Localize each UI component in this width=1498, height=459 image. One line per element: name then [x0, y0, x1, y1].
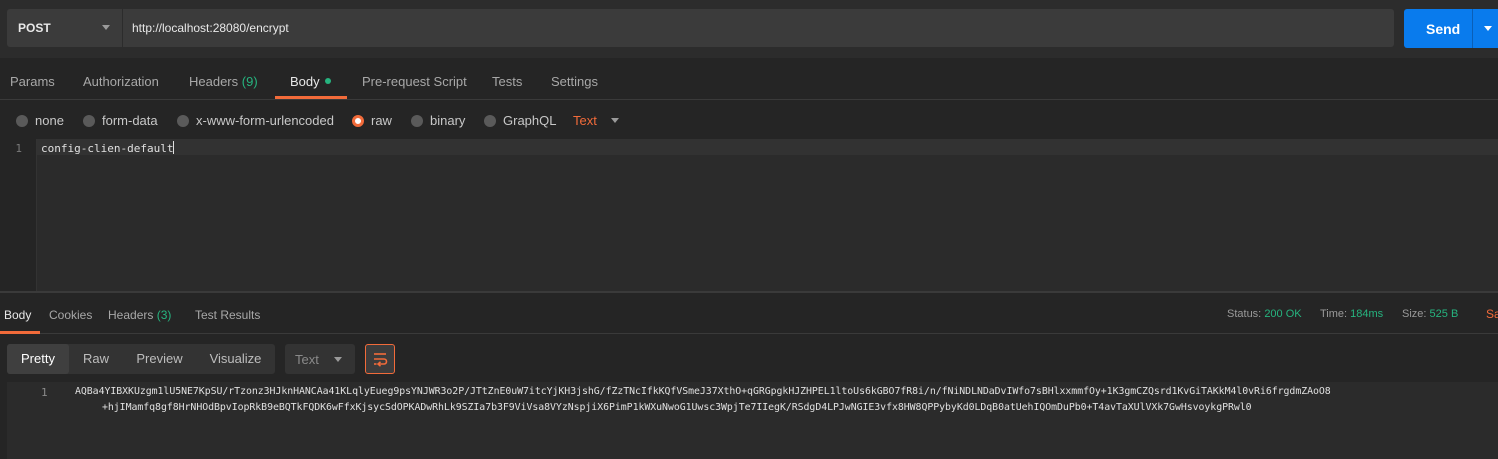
- body-type-form-data-label: form-data: [102, 113, 158, 128]
- editor-content[interactable]: config-clien-default: [41, 141, 175, 155]
- chevron-down-icon: [102, 25, 110, 30]
- body-type-binary[interactable]: binary: [411, 113, 465, 128]
- view-raw-button[interactable]: Raw: [69, 344, 123, 374]
- tab-headers-count: (9): [241, 74, 258, 89]
- save-response-button[interactable]: Sa: [1486, 307, 1498, 321]
- url-text: http://localhost:28080/encrypt: [132, 21, 289, 35]
- active-tab-indicator: [275, 96, 347, 99]
- body-modified-dot-icon: [324, 78, 331, 84]
- response-time: Time: 184ms: [1320, 308, 1383, 320]
- size-value: 525 B: [1429, 308, 1459, 320]
- response-tab-headers-count: (3): [156, 308, 172, 322]
- send-label: Send: [1426, 20, 1461, 37]
- response-tab-headers-label: Headers: [108, 308, 154, 322]
- radio-icon: [411, 114, 423, 127]
- body-type-graphql-label: GraphQL: [503, 113, 557, 128]
- radio-icon: [177, 114, 189, 127]
- send-divider: [1472, 9, 1473, 48]
- request-url-bar: POST http://localhost:28080/encrypt Send: [0, 0, 1498, 58]
- method-label: POST: [18, 21, 51, 35]
- body-type-urlencoded[interactable]: x-www-form-urlencoded: [177, 113, 334, 128]
- tab-body-label: Body: [290, 74, 320, 89]
- status-label: Status:: [1227, 308, 1262, 320]
- active-response-tab-indicator: [0, 331, 40, 334]
- tab-body[interactable]: Body: [290, 74, 331, 89]
- response-status: Status: 200 OK: [1227, 308, 1302, 320]
- chevron-down-icon[interactable]: [611, 118, 619, 123]
- body-type-form-data[interactable]: form-data: [83, 113, 158, 128]
- body-type-raw[interactable]: raw: [352, 113, 392, 128]
- tab-authorization[interactable]: Authorization: [83, 74, 159, 89]
- url-input[interactable]: http://localhost:28080/encrypt: [122, 9, 1394, 47]
- wrap-lines-icon: [374, 353, 388, 367]
- body-type-graphql[interactable]: GraphQL: [484, 113, 556, 128]
- send-button[interactable]: Send: [1404, 9, 1498, 48]
- raw-format-select[interactable]: Text: [573, 113, 597, 128]
- send-options-chevron-icon[interactable]: [1484, 26, 1492, 31]
- method-select[interactable]: POST: [7, 9, 122, 47]
- response-line-number: 1: [41, 386, 48, 399]
- tab-headers-label: Headers: [189, 74, 239, 89]
- response-toolbar: Pretty Raw Preview Visualize Text: [0, 335, 1498, 382]
- response-tab-body[interactable]: Body: [4, 308, 31, 322]
- response-format-label: Text: [295, 352, 319, 367]
- tab-params[interactable]: Params: [10, 74, 55, 89]
- wrap-lines-button[interactable]: [365, 344, 395, 374]
- response-text-line-1: AQBa4YIBXKUzgm1lU5NE7KpSU/rTzonz3HJknHAN…: [75, 386, 1331, 397]
- tab-settings[interactable]: Settings: [551, 74, 598, 89]
- response-format-select[interactable]: Text: [285, 344, 355, 374]
- body-type-urlencoded-label: x-www-form-urlencoded: [196, 113, 334, 128]
- radio-icon: [83, 114, 95, 127]
- response-body-viewer[interactable]: 1 AQBa4YIBXKUzgm1lU5NE7KpSU/rTzonz3HJknH…: [7, 382, 1498, 459]
- pane-resize-divider[interactable]: [0, 291, 1498, 293]
- response-size: Size: 525 B: [1402, 308, 1458, 320]
- body-type-none[interactable]: none: [16, 113, 64, 128]
- request-body-editor[interactable]: 1 config-clien-default: [0, 139, 1498, 291]
- chevron-down-icon: [334, 357, 342, 362]
- status-value: 200 OK: [1264, 308, 1302, 320]
- size-label: Size:: [1402, 308, 1427, 320]
- tab-tests[interactable]: Tests: [492, 74, 522, 89]
- view-pretty-button[interactable]: Pretty: [7, 344, 69, 374]
- response-text-line-2: +hjIMamfq8gf8HrNHOdBpvIopRkB9eBQTkFQDK6w…: [102, 402, 1252, 413]
- text-cursor: [173, 141, 175, 154]
- time-value: 184ms: [1350, 308, 1384, 320]
- tab-pre-request-script[interactable]: Pre-request Script: [362, 74, 467, 89]
- radio-icon: [484, 114, 496, 127]
- body-type-options: none form-data x-www-form-urlencoded raw…: [0, 101, 1498, 139]
- request-tabs: Params Authorization Headers (9) Body Pr…: [0, 64, 1498, 100]
- time-label: Time:: [1320, 308, 1348, 320]
- tab-headers[interactable]: Headers (9): [189, 74, 258, 89]
- body-type-binary-label: binary: [430, 113, 466, 128]
- response-tab-cookies[interactable]: Cookies: [49, 308, 92, 322]
- radio-selected-icon: [352, 114, 364, 127]
- response-tab-test-results[interactable]: Test Results: [195, 308, 260, 322]
- response-tabs: Body Cookies Headers (3) Test Results St…: [0, 294, 1498, 334]
- editor-content-text: config-clien-default: [41, 142, 174, 155]
- view-visualize-button[interactable]: Visualize: [196, 344, 275, 374]
- line-number: 1: [15, 142, 22, 155]
- radio-icon: [16, 114, 28, 127]
- body-type-raw-label: raw: [371, 113, 392, 128]
- active-line-highlight: [37, 139, 1498, 155]
- editor-gutter: 1: [0, 139, 37, 291]
- response-tab-headers[interactable]: Headers (3): [108, 308, 171, 322]
- response-view-group: Pretty Raw Preview Visualize: [7, 344, 275, 374]
- view-preview-button[interactable]: Preview: [123, 344, 196, 374]
- body-type-none-label: none: [35, 113, 64, 128]
